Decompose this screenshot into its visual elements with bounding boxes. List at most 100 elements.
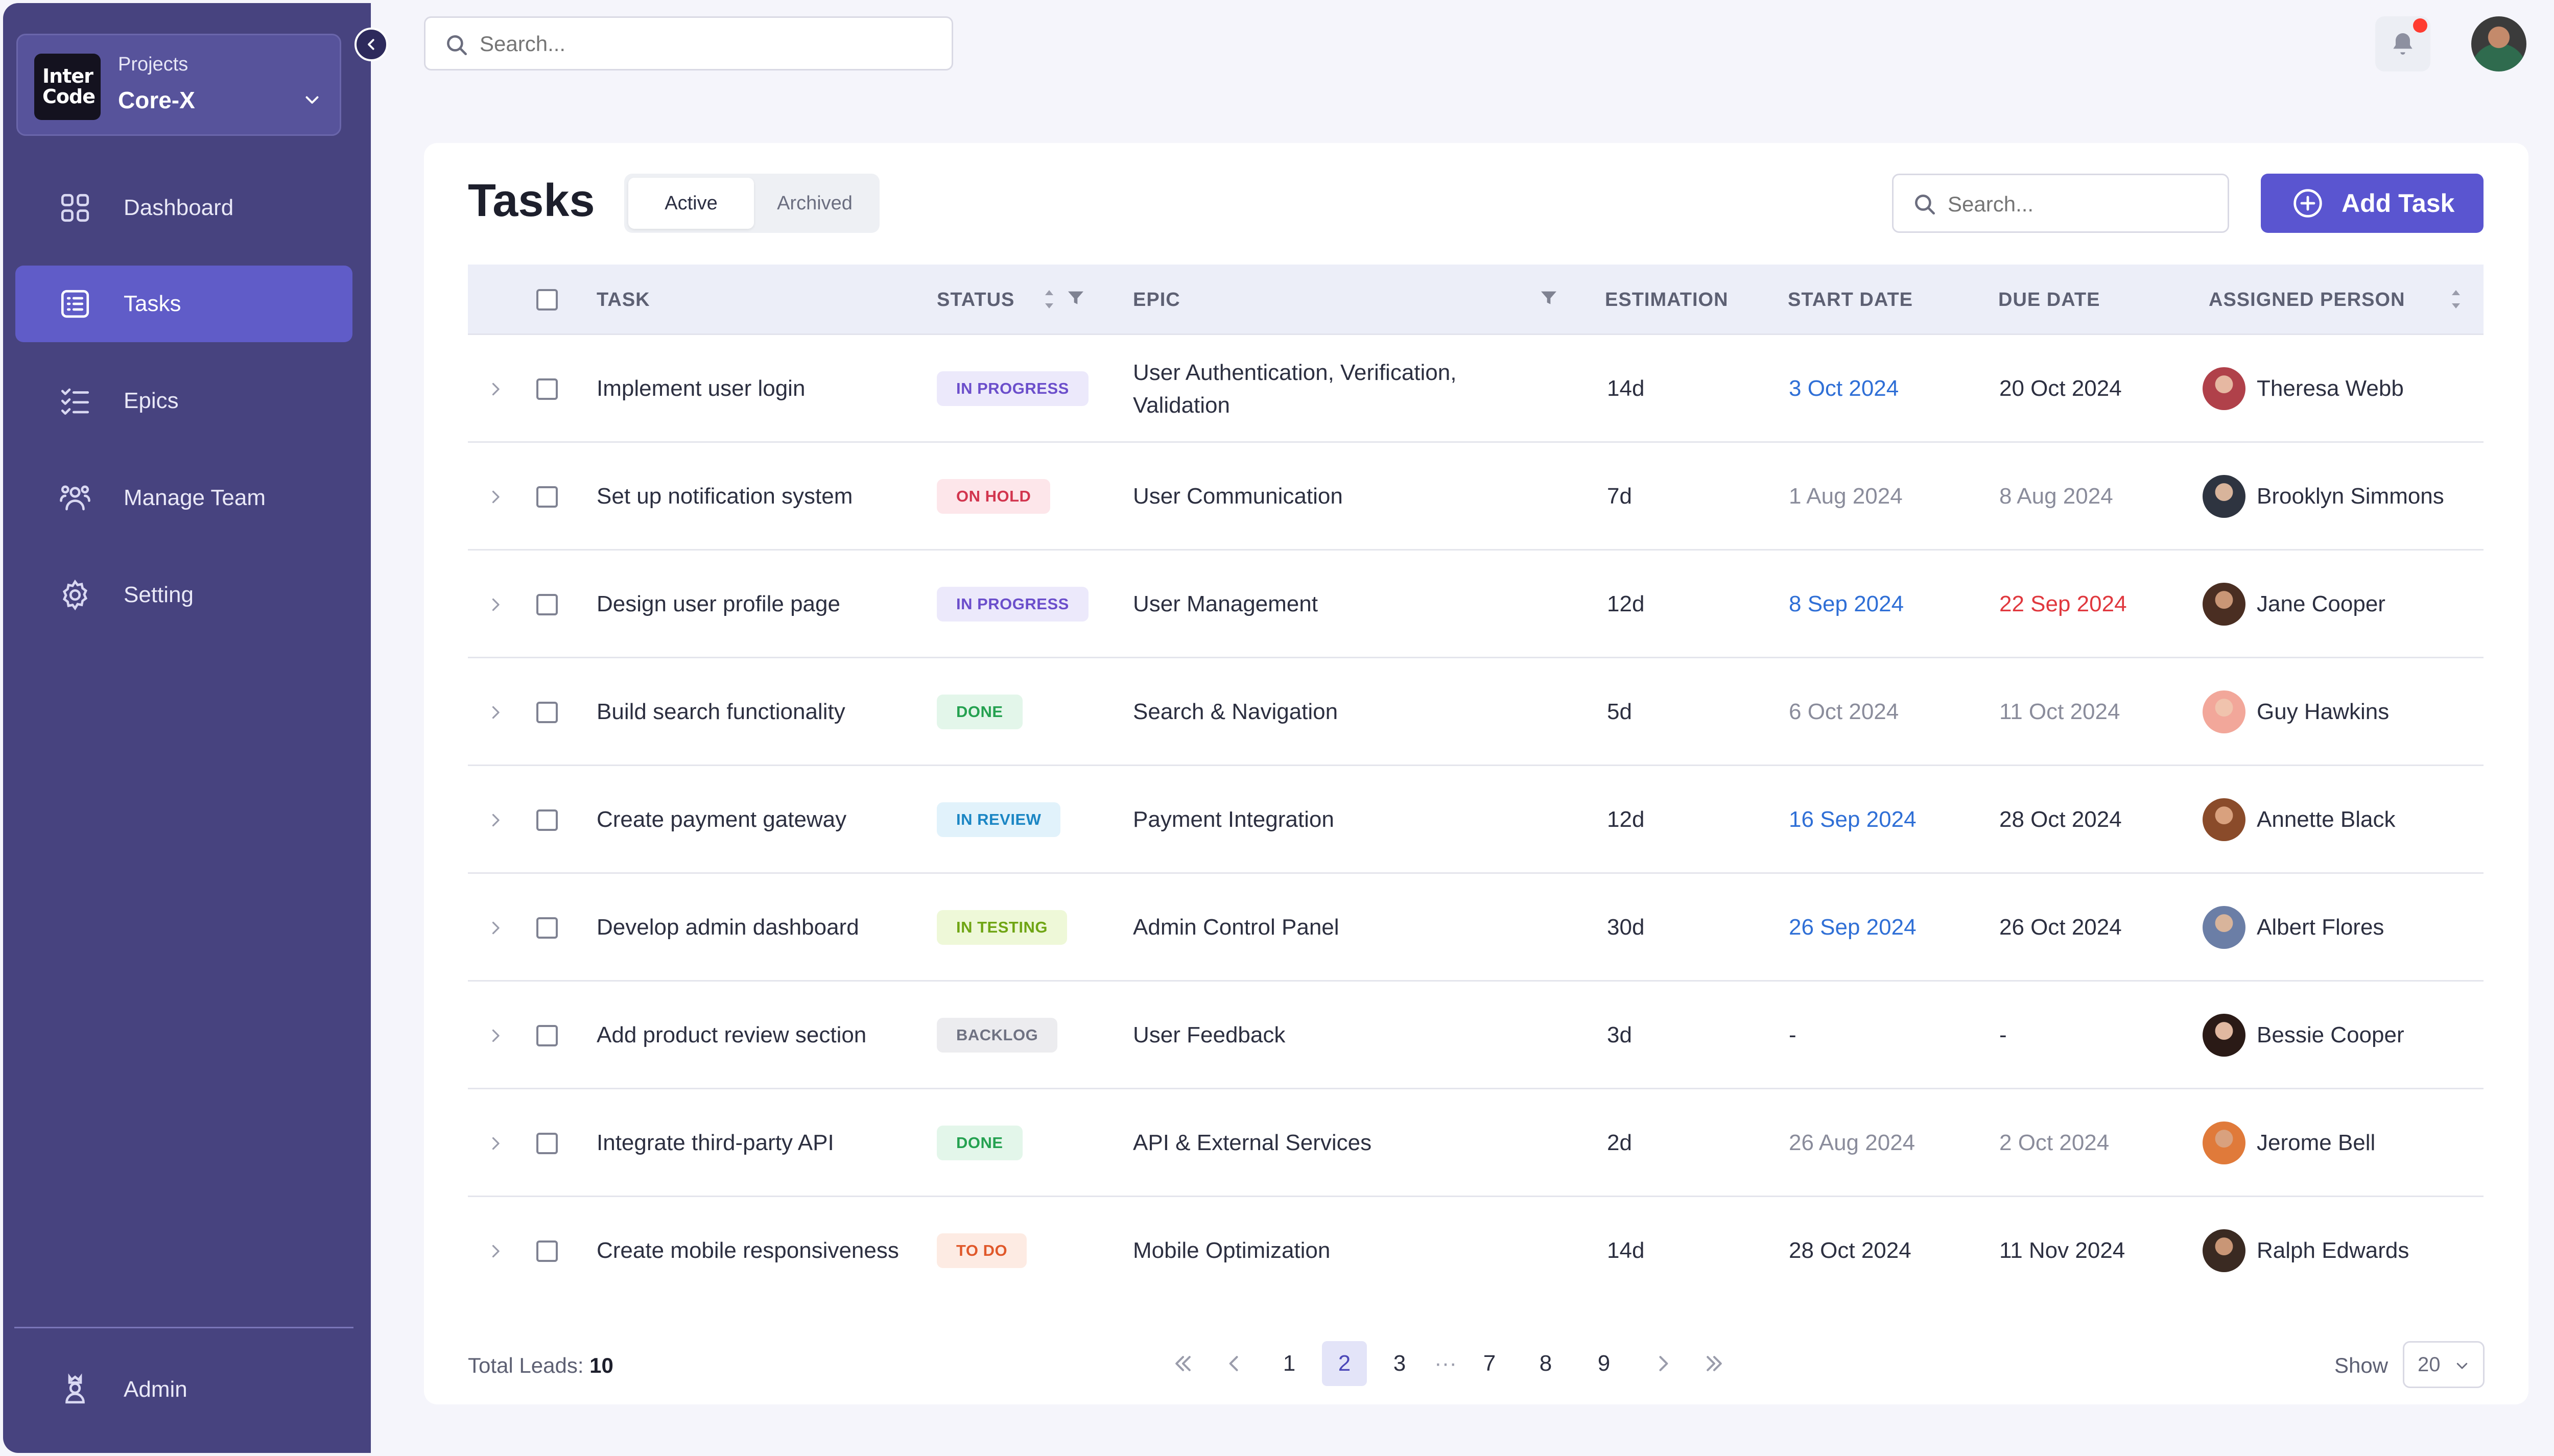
row-checkbox[interactable] [536, 702, 558, 723]
due-date: 8 Aug 2024 [1999, 484, 2113, 509]
tab-active[interactable]: Active [628, 178, 754, 229]
epics-checklist-icon [61, 388, 89, 415]
global-search[interactable] [424, 16, 953, 70]
table-row[interactable]: Implement user login IN PROGRESS User Au… [468, 335, 2484, 443]
table-row[interactable]: Create mobile responsiveness TO DO Mobil… [468, 1197, 2484, 1305]
task-name: Add product review section [597, 1022, 867, 1047]
table-row[interactable]: Develop admin dashboard IN TESTING Admin… [468, 874, 2484, 982]
status-badge: IN PROGRESS [937, 587, 1089, 622]
gear-icon [62, 579, 88, 611]
status-badge: IN REVIEW [937, 802, 1061, 837]
chevron-right-icon[interactable] [486, 595, 505, 614]
sort-icon[interactable] [2450, 287, 2462, 312]
chevron-right-icon[interactable] [486, 1134, 505, 1153]
task-search[interactable] [1892, 174, 2229, 233]
row-checkbox[interactable] [536, 809, 558, 831]
bell-icon [2393, 33, 2413, 55]
avatar [2203, 1229, 2245, 1272]
epic-name: Mobile Optimization [1133, 1238, 1331, 1263]
task-name: Design user profile page [597, 591, 840, 616]
project-name: Core-X [118, 87, 195, 113]
prev-page-button[interactable] [1212, 1341, 1257, 1386]
chevron-right-icon[interactable] [486, 380, 505, 398]
avatar [2203, 475, 2245, 518]
page-size-label: Show [2334, 1353, 2389, 1377]
sidebar-item-dashboard[interactable]: Dashboard [15, 170, 352, 246]
last-page-button[interactable] [1692, 1341, 1737, 1386]
global-search-input[interactable] [480, 29, 929, 59]
row-checkbox[interactable] [536, 917, 558, 939]
sidebar-item-label: Setting [124, 582, 194, 607]
assignee-name: Bessie Cooper [2257, 1022, 2404, 1047]
row-checkbox[interactable] [536, 378, 558, 400]
sidebar-item-tasks[interactable]: Tasks [15, 266, 352, 342]
page-size-value: 20 [2418, 1353, 2441, 1376]
page-button-1[interactable]: 1 [1267, 1341, 1312, 1386]
chevron-right-icon[interactable] [486, 703, 505, 722]
tab-archived[interactable]: Archived [754, 178, 876, 229]
chevron-right-icon[interactable] [486, 1027, 505, 1045]
column-due-date: DUE DATE [1998, 289, 2100, 311]
table-row[interactable]: Design user profile page IN PROGRESS Use… [468, 551, 2484, 658]
chevrons-right-icon [1707, 1356, 1722, 1371]
add-task-label: Add Task [2342, 189, 2455, 218]
row-checkbox[interactable] [536, 1025, 558, 1046]
epic-name-line2: Validation [1133, 393, 1230, 418]
chevron-right-icon[interactable] [486, 811, 505, 829]
next-page-button[interactable] [1641, 1341, 1686, 1386]
sidebar-item-manage-team[interactable]: Manage Team [15, 460, 352, 536]
page-button-9[interactable]: 9 [1581, 1341, 1626, 1386]
start-date: 26 Sep 2024 [1789, 915, 1917, 940]
filter-icon[interactable] [1066, 288, 1086, 308]
row-checkbox[interactable] [536, 1240, 558, 1262]
page-button-8[interactable]: 8 [1523, 1341, 1568, 1386]
task-list-icon [61, 290, 89, 318]
assignee-name: Annette Black [2257, 807, 2396, 832]
table-row[interactable]: Set up notification system ON HOLD User … [468, 443, 2484, 551]
column-assigned-person: ASSIGNED PERSON [2209, 289, 2405, 311]
user-avatar[interactable] [2471, 16, 2526, 71]
notification-dot [2413, 18, 2427, 33]
assignee-name: Jane Cooper [2257, 591, 2385, 616]
first-page-button[interactable] [1161, 1341, 1205, 1386]
table-row[interactable]: Build search functionality DONE Search &… [468, 658, 2484, 766]
avatar [2203, 367, 2245, 410]
epic-name: Search & Navigation [1133, 699, 1338, 724]
assignee-name: Ralph Edwards [2257, 1238, 2409, 1263]
table-row[interactable]: Create payment gateway IN REVIEW Payment… [468, 766, 2484, 874]
task-name: Build search functionality [597, 699, 845, 724]
chevron-right-icon[interactable] [486, 919, 505, 937]
chevron-right-icon[interactable] [486, 488, 505, 506]
table-row[interactable]: Add product review section BACKLOG User … [468, 982, 2484, 1089]
collapse-sidebar-button[interactable] [354, 28, 388, 61]
page-button-7[interactable]: 7 [1467, 1341, 1512, 1386]
app-frame: Inter Code Projects Core-X Dashboard Tas… [0, 0, 2554, 1456]
page-button-3[interactable]: 3 [1377, 1341, 1422, 1386]
table-header: TASK STATUS EPIC ESTIMATION START DATE D… [468, 265, 2484, 335]
sidebar-item-setting[interactable]: Setting [15, 557, 352, 633]
filter-icon[interactable] [1539, 288, 1559, 308]
start-date: 8 Sep 2024 [1789, 591, 1904, 616]
row-checkbox[interactable] [536, 486, 558, 508]
total-leads-value: 10 [589, 1353, 613, 1377]
task-search-input[interactable] [1948, 189, 2213, 219]
column-estimation: ESTIMATION [1605, 289, 1729, 311]
sidebar-item-admin[interactable]: Admin [15, 1351, 352, 1428]
project-switcher[interactable]: Inter Code Projects Core-X [16, 34, 341, 136]
dashboard-grid-icon [61, 194, 89, 222]
row-checkbox[interactable] [536, 1133, 558, 1154]
sort-icon[interactable] [1043, 287, 1055, 312]
page-button-2[interactable]: 2 [1322, 1341, 1367, 1386]
page-size-select[interactable]: 20 [2403, 1341, 2485, 1388]
status-badge: IN PROGRESS [937, 371, 1089, 406]
notifications-button[interactable] [2375, 16, 2430, 71]
table-row[interactable]: Integrate third-party API DONE API & Ext… [468, 1089, 2484, 1197]
estimation: 5d [1607, 699, 1632, 724]
chevron-right-icon[interactable] [486, 1242, 505, 1260]
sidebar-item-label: Epics [124, 388, 179, 413]
sidebar-item-label: Admin [124, 1377, 187, 1402]
add-task-button[interactable]: Add Task [2261, 174, 2484, 233]
row-checkbox[interactable] [536, 594, 558, 615]
select-all-checkbox[interactable] [536, 289, 558, 311]
sidebar-item-epics[interactable]: Epics [15, 363, 352, 439]
